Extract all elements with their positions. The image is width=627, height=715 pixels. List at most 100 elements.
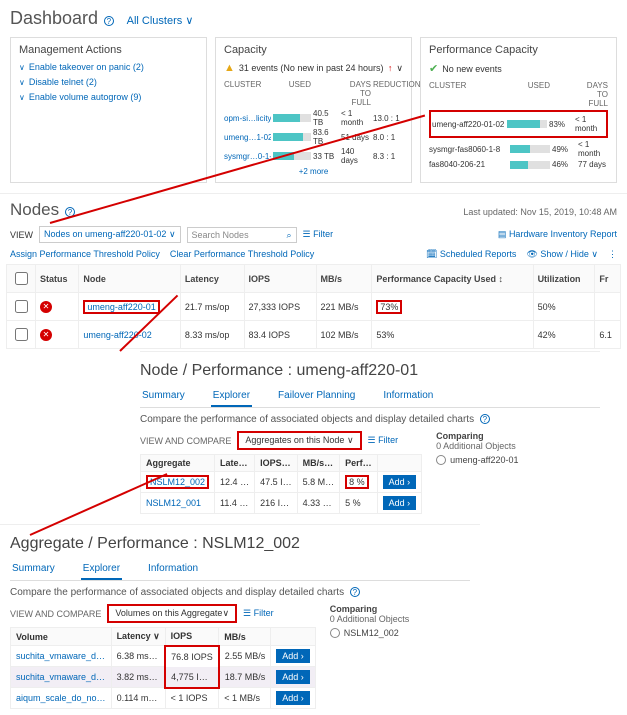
tab-failover[interactable]: Failover Planning xyxy=(276,386,357,407)
perfcap-row[interactable]: fas8040-206-2146%77 days xyxy=(429,160,608,169)
iops-value: 76.8 IOPS xyxy=(165,646,219,667)
nodes-table: Status Node Latency IOPS MB/s Performanc… xyxy=(6,264,621,349)
col-mbs[interactable]: MB/s xyxy=(316,265,372,293)
col-fr[interactable]: Fr xyxy=(595,265,621,293)
assign-policy-link[interactable]: Assign Performance Threshold Policy xyxy=(10,249,160,260)
row-checkbox[interactable] xyxy=(15,300,28,313)
view-compare-selector[interactable]: Aggregates on this Node ∨ xyxy=(237,431,361,450)
col-days: DAYS TO FULL xyxy=(341,80,371,107)
more-link[interactable]: +2 more xyxy=(224,167,403,176)
table-row[interactable]: suchita_vmaware_d…3.82 ms…4,775 I…18.7 M… xyxy=(11,667,316,688)
perfcap-events: No new events xyxy=(442,64,502,74)
tab-summary[interactable]: Summary xyxy=(140,386,187,407)
warning-icon: ▲ xyxy=(224,62,235,74)
capacity-row[interactable]: opm-si…licity40.5 TB< 1 month13.0 : 1 xyxy=(224,109,403,127)
col-latency[interactable]: Latency xyxy=(180,265,244,293)
add-button[interactable]: Add › xyxy=(276,649,310,663)
tab-information[interactable]: Information xyxy=(381,386,435,407)
comparing-title: Comparing xyxy=(436,431,518,441)
col-aggregate[interactable]: Aggregate xyxy=(141,455,215,472)
help-icon[interactable]: ? xyxy=(104,16,114,26)
management-title: Management Actions xyxy=(19,44,198,56)
comparing-item[interactable]: umeng-aff220-01 xyxy=(436,455,518,465)
mgmt-item[interactable]: Enable takeover on panic (2) xyxy=(19,62,198,72)
table-row[interactable]: suchita_vmaware_d…6.38 ms…76.8 IOPS2.55 … xyxy=(11,646,316,667)
node-link[interactable]: umeng-aff220-01 xyxy=(83,300,159,314)
col-latency[interactable]: Latency ∨ xyxy=(111,628,165,646)
capacity-row[interactable]: sysmgr…0-1-833 TB140 days8.3 : 1 xyxy=(224,147,403,165)
view-label: VIEW xyxy=(10,230,33,240)
search-input[interactable]: Search Nodes⌕ xyxy=(187,227,297,243)
up-arrow-icon[interactable]: ↑ xyxy=(388,63,393,73)
filter-button[interactable]: ☰ Filter xyxy=(243,608,274,619)
col-status[interactable]: Status xyxy=(36,265,79,293)
col-mbs[interactable]: MB/s… xyxy=(297,455,340,472)
col-iops[interactable]: IOPS… xyxy=(255,455,298,472)
view-selector[interactable]: Nodes on umeng-aff220-01-02 ∨ xyxy=(39,226,181,243)
aggregate-link[interactable]: NSLM12_002 xyxy=(146,475,209,489)
clear-policy-link[interactable]: Clear Performance Threshold Policy xyxy=(170,249,314,260)
scheduled-reports-link[interactable]: 🗓 Scheduled Reports xyxy=(426,249,517,260)
tab-information[interactable]: Information xyxy=(146,559,200,580)
capacity-events: 31 events (No new in past 24 hours) xyxy=(239,63,384,73)
col-node[interactable]: Node xyxy=(79,265,181,293)
col-latency[interactable]: Late… xyxy=(215,455,255,472)
tab-summary[interactable]: Summary xyxy=(10,559,57,580)
scope-selector[interactable]: All Clusters ∨ xyxy=(127,14,194,27)
add-button[interactable]: Add › xyxy=(276,691,310,705)
col-util[interactable]: Utilization xyxy=(533,265,595,293)
mgmt-item[interactable]: Enable volume autogrow (9) xyxy=(19,92,198,102)
table-row[interactable]: ✕ umeng-aff220-01 21.7 ms/op 27,333 IOPS… xyxy=(7,293,621,321)
table-row[interactable]: NSLM12_00111.4 …216 I…4.33 …5 %Add › xyxy=(141,493,422,514)
add-button[interactable]: Add › xyxy=(383,496,417,510)
col-iops[interactable]: IOPS xyxy=(165,628,219,646)
col-mbs[interactable]: MB/s xyxy=(219,628,271,646)
col-iops[interactable]: IOPS xyxy=(244,265,316,293)
hw-inventory-link[interactable]: ▤ Hardware Inventory Report xyxy=(498,229,617,240)
menu-icon[interactable]: ⋮ xyxy=(608,249,617,260)
tab-explorer[interactable]: Explorer xyxy=(81,559,122,580)
vc-label: VIEW AND COMPARE xyxy=(140,436,231,446)
node-link[interactable]: umeng-aff220-02 xyxy=(79,321,181,349)
row-checkbox[interactable] xyxy=(15,328,28,341)
perfcap-row[interactable]: umeng-aff220-01-0283%< 1 month xyxy=(432,115,605,133)
tab-explorer[interactable]: Explorer xyxy=(211,386,252,407)
add-button[interactable]: Add › xyxy=(383,475,417,489)
perfcap-row[interactable]: sysmgr-fas8060-1-849%< 1 month xyxy=(429,140,608,158)
show-hide-link[interactable]: 👁 Show / Hide ∨ xyxy=(526,249,598,260)
comparing-item[interactable]: NSLM12_002 xyxy=(330,628,410,638)
perf-value: 8 % xyxy=(345,475,369,489)
col-used: USED xyxy=(273,80,311,107)
col-perf[interactable]: Perf… xyxy=(340,455,378,472)
volume-link[interactable]: aiqum_scale_do_no… xyxy=(11,688,112,709)
filter-button[interactable]: ☰ Filter xyxy=(303,229,334,240)
help-icon[interactable]: ? xyxy=(480,414,490,424)
table-row[interactable]: aiqum_scale_do_no…0.114 m…< 1 IOPS< 1 MB… xyxy=(11,688,316,709)
comparing-subtitle: 0 Additional Objects xyxy=(436,441,518,451)
search-icon[interactable]: ⌕ xyxy=(286,230,291,241)
aggregate-link[interactable]: NSLM12_001 xyxy=(141,493,215,514)
chevron-down-icon: ∨ xyxy=(185,15,193,27)
aggregates-table: AggregateLate…IOPS…MB/s…Perf… NSLM12_002… xyxy=(140,454,422,514)
filter-button[interactable]: ☰ Filter xyxy=(368,435,399,446)
circle-icon xyxy=(330,628,340,638)
help-icon[interactable]: ? xyxy=(350,587,360,597)
mgmt-item[interactable]: Disable telnet (2) xyxy=(19,77,198,87)
add-button[interactable]: Add › xyxy=(276,670,310,684)
last-updated: Last updated: Nov 15, 2019, 10:48 AM xyxy=(463,207,617,217)
volumes-table: VolumeLatency ∨IOPSMB/s suchita_vmaware_… xyxy=(10,627,316,709)
management-card: Management Actions Enable takeover on pa… xyxy=(10,37,207,183)
compare-text: Compare the performance of associated ob… xyxy=(10,587,344,598)
col-pcu[interactable]: Performance Capacity Used ↕ xyxy=(372,265,533,293)
select-all-checkbox[interactable] xyxy=(15,272,28,285)
view-compare-selector[interactable]: Volumes on this Aggregate∨ xyxy=(107,604,237,623)
chevron-down-icon[interactable]: ∨ xyxy=(396,63,403,74)
help-icon[interactable]: ? xyxy=(65,207,75,217)
table-row[interactable]: ✕ umeng-aff220-02 8.33 ms/op 83.4 IOPS 1… xyxy=(7,321,621,349)
col-volume[interactable]: Volume xyxy=(11,628,112,646)
capacity-row[interactable]: umeng…1-0283.6 TB51 days8.0 : 1 xyxy=(224,128,403,146)
table-row[interactable]: NSLM12_00212.4 …47.5 I…5.8 M…8 %Add › xyxy=(141,472,422,493)
perfcap-title: Performance Capacity xyxy=(429,44,608,56)
volume-link[interactable]: suchita_vmaware_d… xyxy=(11,667,112,688)
volume-link[interactable]: suchita_vmaware_d… xyxy=(11,646,112,667)
